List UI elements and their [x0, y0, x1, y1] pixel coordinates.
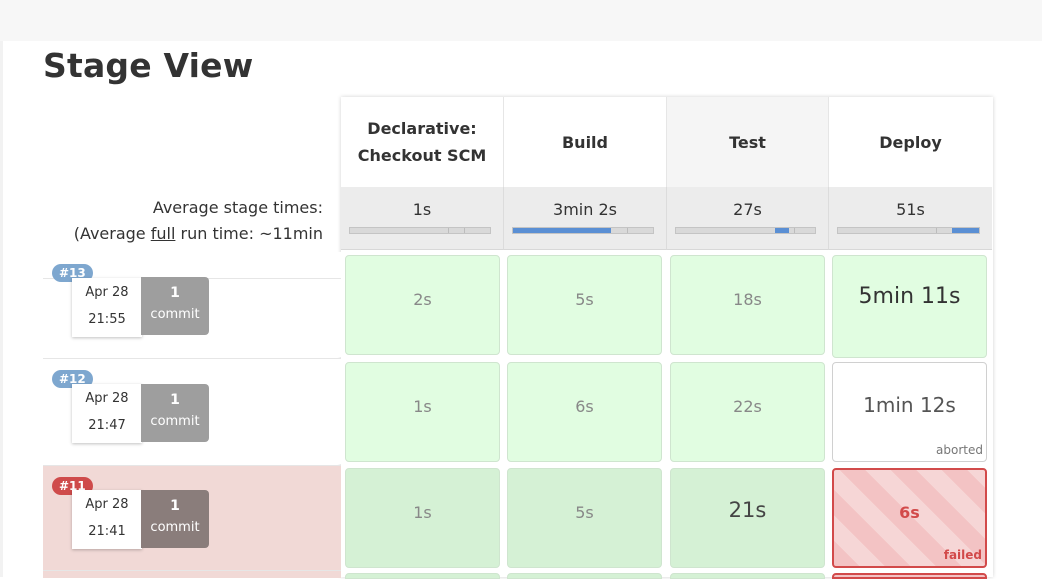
- avg-run-suffix: run time: ~11min: [175, 224, 323, 243]
- stage-name-line1: Declarative:: [367, 119, 477, 138]
- stage-header-deploy[interactable]: Deploy: [829, 97, 992, 187]
- stage-duration: 2s: [413, 290, 432, 309]
- avg-progress-fill: [775, 228, 789, 233]
- stage-cell-failed[interactable]: 6s failed: [832, 468, 987, 568]
- avg-time-value: 51s: [896, 200, 925, 219]
- avg-run-prefix: (Average: [73, 224, 151, 243]
- avg-time-value: 27s: [733, 200, 762, 219]
- avg-time-checkout-scm: 1s: [341, 187, 504, 250]
- stage-duration: 18s: [733, 290, 762, 309]
- changes-button[interactable]: 1 commit: [141, 384, 209, 442]
- stage-duration: 5s: [575, 290, 594, 309]
- avg-time-value: 1s: [412, 200, 432, 219]
- stage-cell-partial: [832, 573, 987, 579]
- build-date-day: Apr 28: [85, 285, 129, 300]
- stage-name: Deploy: [879, 132, 942, 152]
- progress-tick: [464, 228, 465, 233]
- stage-cell[interactable]: 1s: [345, 468, 500, 568]
- stage-cell[interactable]: 5min 11s: [832, 255, 987, 358]
- stage-status-note: aborted: [936, 443, 983, 457]
- stage-header-build[interactable]: Build: [504, 97, 667, 187]
- build-date[interactable]: Apr 28 21:55: [72, 278, 142, 337]
- stage-cell[interactable]: 18s: [670, 255, 825, 355]
- stage-name: Test: [729, 132, 766, 152]
- stage-cell[interactable]: 21s: [670, 468, 825, 568]
- stage-name-line2: Checkout SCM: [357, 146, 487, 165]
- left-edge: [0, 41, 3, 577]
- avg-time-build: 3min 2s: [504, 187, 667, 250]
- progress-tick: [627, 228, 628, 233]
- avg-progress-bar: [349, 227, 491, 234]
- stage-cell-aborted[interactable]: 1min 12s aborted: [832, 362, 987, 462]
- stage-header-checkout-scm[interactable]: Declarative: Checkout SCM: [341, 97, 504, 187]
- build-date-day: Apr 28: [85, 497, 129, 512]
- commit-count: 1: [170, 285, 180, 301]
- stage-cell[interactable]: 5s: [507, 255, 662, 355]
- avg-run-time-label: (Average full run time: ~11min: [43, 221, 323, 247]
- stage-duration: 1s: [413, 503, 432, 522]
- build-date-time: 21:41: [88, 524, 126, 539]
- commit-count: 1: [170, 498, 180, 514]
- stage-duration: 1s: [413, 397, 432, 416]
- build-date[interactable]: Apr 28 21:41: [72, 490, 142, 549]
- stage-cell[interactable]: 22s: [670, 362, 825, 462]
- commit-label: commit: [150, 520, 200, 535]
- commit-label: commit: [150, 307, 200, 322]
- build-date-time: 21:47: [88, 418, 126, 433]
- stage-duration: 5min 11s: [858, 284, 961, 309]
- avg-stage-times-label: Average stage times:: [152, 198, 323, 217]
- stage-header-test[interactable]: Test: [667, 97, 829, 187]
- stage-name: Build: [561, 132, 608, 152]
- top-bar: [0, 0, 1042, 41]
- progress-tick: [794, 228, 795, 233]
- stage-duration: 21s: [728, 498, 767, 522]
- stage-duration: 1min 12s: [863, 393, 956, 417]
- changes-button[interactable]: 1 commit: [141, 490, 209, 548]
- avg-progress-fill: [513, 228, 611, 233]
- build-date-time: 21:55: [88, 312, 126, 327]
- stage-duration: 6s: [899, 503, 920, 522]
- full-run-link[interactable]: full: [151, 224, 176, 243]
- stage-cell[interactable]: 2s: [345, 255, 500, 355]
- avg-progress-fill: [952, 228, 979, 233]
- avg-progress-bar: [675, 227, 816, 234]
- progress-tick: [448, 228, 449, 233]
- avg-progress-bar: [837, 227, 980, 234]
- stage-duration: 5s: [575, 503, 594, 522]
- avg-time-value: 3min 2s: [553, 200, 617, 219]
- progress-tick: [936, 228, 937, 233]
- stage-status-note: failed: [943, 548, 982, 562]
- build-date-day: Apr 28: [85, 391, 129, 406]
- stage-cell-partial: [507, 573, 662, 579]
- stage-cell-partial: [670, 573, 825, 579]
- stage-cell[interactable]: 1s: [345, 362, 500, 462]
- commit-count: 1: [170, 392, 180, 408]
- stage-cell[interactable]: 6s: [507, 362, 662, 462]
- avg-time-test: 27s: [667, 187, 829, 250]
- avg-time-deploy: 51s: [829, 187, 992, 250]
- stage-cell[interactable]: 5s: [507, 468, 662, 568]
- stage-cell-partial: [345, 573, 500, 579]
- stage-duration: 22s: [733, 397, 762, 416]
- page-title: Stage View: [43, 46, 254, 85]
- commit-label: commit: [150, 414, 200, 429]
- avg-progress-bar: [512, 227, 654, 234]
- changes-button[interactable]: 1 commit: [141, 277, 209, 335]
- stage-duration: 6s: [575, 397, 594, 416]
- build-date[interactable]: Apr 28 21:47: [72, 384, 142, 443]
